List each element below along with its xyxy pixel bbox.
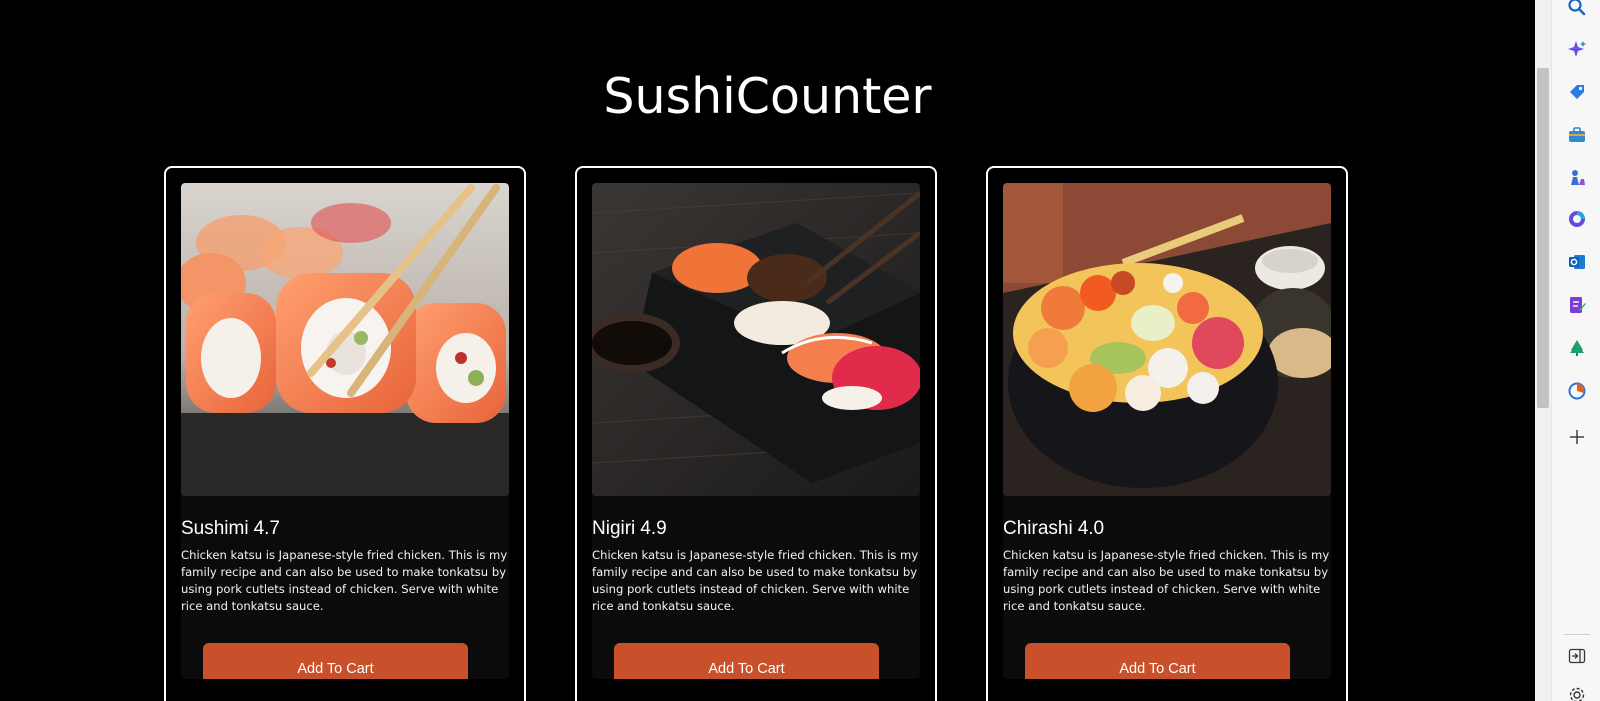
product-description: Chicken katsu is Japanese-style fried ch… xyxy=(181,548,508,613)
card-content: Sushimi 4.7 Chicken katsu is Japanese-sty… xyxy=(181,183,509,679)
briefcase-icon[interactable] xyxy=(1566,124,1588,146)
product-name: Nigiri xyxy=(592,518,636,539)
page: SushiCounter Sushimi 4.7 Chicken katsu i… xyxy=(0,0,1535,701)
page-title: SushiCounter xyxy=(603,68,932,125)
product-title: Nigiri 4.9 xyxy=(592,518,672,540)
product-image xyxy=(181,183,509,496)
copilot-sparkle-icon[interactable] xyxy=(1566,38,1588,60)
product-card: Chirashi 4.0 Chicken katsu is Japanese-st… xyxy=(986,166,1348,701)
add-icon[interactable] xyxy=(1566,426,1588,448)
product-name: Sushimi xyxy=(181,518,249,539)
card-content: Nigiri 4.9 Chicken katsu is Japanese-styl… xyxy=(592,183,920,679)
product-rating: 4.0 xyxy=(1077,518,1105,539)
outlook-icon[interactable] xyxy=(1566,251,1588,273)
tag-icon[interactable] xyxy=(1566,81,1588,103)
add-to-cart-button[interactable]: Add To Cart xyxy=(203,643,468,679)
product-image xyxy=(1003,183,1331,496)
browser-essentials-icon[interactable] xyxy=(1566,380,1588,402)
sidebar-divider xyxy=(1564,634,1590,635)
scrollbar-thumb[interactable] xyxy=(1537,68,1549,408)
settings-icon[interactable] xyxy=(1566,684,1588,701)
product-title: Chirashi 4.0 xyxy=(1003,518,1109,540)
page-scrollbar[interactable] xyxy=(1535,0,1551,701)
product-title: Sushimi 4.7 xyxy=(181,518,285,540)
browser-sidebar xyxy=(1551,0,1600,701)
chess-icon[interactable] xyxy=(1566,167,1588,189)
product-description: Chicken katsu is Japanese-style fried ch… xyxy=(1003,548,1330,613)
product-description: Chicken katsu is Japanese-style fried ch… xyxy=(592,548,919,613)
add-to-cart-button[interactable]: Add To Cart xyxy=(1025,643,1290,679)
tree-icon[interactable] xyxy=(1566,337,1588,359)
card-content: Chirashi 4.0 Chicken katsu is Japanese-st… xyxy=(1003,183,1331,679)
search-icon[interactable] xyxy=(1566,0,1588,18)
product-rating: 4.9 xyxy=(640,518,667,539)
split-screen-icon[interactable] xyxy=(1566,645,1588,667)
product-image xyxy=(592,183,920,496)
notes-icon[interactable] xyxy=(1566,294,1588,316)
add-to-cart-button[interactable]: Add To Cart xyxy=(614,643,879,679)
product-card: Nigiri 4.9 Chicken katsu is Japanese-styl… xyxy=(575,166,937,701)
copilot-icon[interactable] xyxy=(1566,208,1588,230)
product-rating: 4.7 xyxy=(253,518,280,539)
product-name: Chirashi xyxy=(1003,518,1073,539)
product-card: Sushimi 4.7 Chicken katsu is Japanese-sty… xyxy=(164,166,526,701)
